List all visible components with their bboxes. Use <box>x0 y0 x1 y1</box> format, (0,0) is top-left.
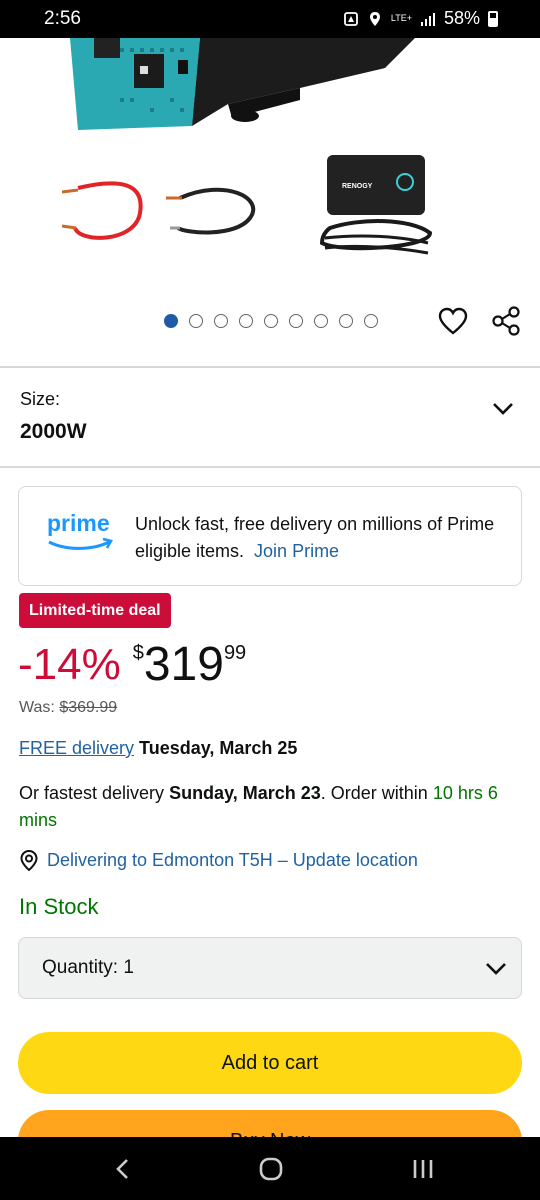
size-value: 2000W <box>20 420 87 443</box>
image-pagination-dots[interactable] <box>164 314 378 328</box>
pagination-dot[interactable] <box>189 314 203 328</box>
pagination-dot[interactable] <box>339 314 353 328</box>
free-delivery-line: FREE delivery Tuesday, March 25 <box>19 738 297 759</box>
pagination-dot[interactable] <box>214 314 228 328</box>
location-pin-icon <box>20 849 38 871</box>
pagination-dot[interactable] <box>364 314 378 328</box>
quantity-text: Quantity: 1 <box>42 957 134 979</box>
delivery-location-link[interactable]: Delivering to Edmonton T5H – Update loca… <box>47 850 418 871</box>
was-price: Was: $369.99 <box>19 699 117 717</box>
order-within-prefix: . Order within <box>320 783 428 803</box>
prime-message: Unlock fast, free delivery on millions o… <box>135 511 505 565</box>
pagination-dot[interactable] <box>289 314 303 328</box>
system-navigation-bar <box>0 1137 540 1200</box>
price-fraction: 99 <box>223 642 247 664</box>
stock-status: In Stock <box>19 894 99 919</box>
was-amount: $369.99 <box>59 699 118 716</box>
lte-indicator: LTE+ <box>390 13 412 23</box>
prime-promo-card[interactable]: prime Unlock fast, free delivery on mill… <box>18 486 522 586</box>
chevron-down-icon[interactable] <box>492 402 514 416</box>
prime-logo-text: prime <box>47 510 110 536</box>
divider <box>0 466 540 468</box>
fastest-delivery-line: Or fastest delivery Sunday, March 23. Or… <box>19 780 519 834</box>
recent-apps-icon[interactable] <box>408 1157 438 1181</box>
remote-brand-label: RENOGY <box>342 183 373 190</box>
remote-controller-image: RENOGY <box>319 155 433 255</box>
quantity-value: 1 <box>123 957 134 978</box>
was-label: Was: <box>19 699 55 716</box>
chevron-down-icon[interactable] <box>485 962 507 976</box>
prime-logo: prime <box>47 510 113 550</box>
app-notification-icon <box>343 11 358 26</box>
pagination-dot[interactable] <box>264 314 278 328</box>
pagination-dot[interactable] <box>239 314 253 328</box>
product-image[interactable]: RENOGY <box>0 38 540 298</box>
free-delivery-date: Tuesday, March 25 <box>139 738 298 758</box>
product-image-gallery[interactable]: RENOGY <box>0 38 540 366</box>
limited-deal-badge: Limited-time deal <box>19 593 171 628</box>
signal-icon <box>420 12 435 26</box>
heart-icon[interactable] <box>437 306 469 336</box>
price-whole: 319 <box>143 638 224 691</box>
inverter-image <box>70 38 415 130</box>
delivery-location[interactable]: Delivering to Edmonton T5H – Update loca… <box>19 849 418 871</box>
status-icons: LTE+ 58% <box>343 8 498 29</box>
discount-percent: -14% <box>18 640 121 689</box>
location-icon <box>369 11 380 26</box>
price-row: -14% $ 319 99 <box>18 636 246 696</box>
fastest-prefix: Or fastest delivery <box>19 783 165 803</box>
join-prime-link[interactable]: Join Prime <box>254 541 339 561</box>
status-bar: 2:56 LTE+ 58% <box>0 0 540 38</box>
home-icon[interactable] <box>256 1157 286 1181</box>
black-cable-image <box>166 187 256 235</box>
battery-icon <box>488 10 498 27</box>
add-to-cart-button[interactable]: Add to cart <box>18 1032 522 1094</box>
size-selector[interactable]: Size: 2000W <box>0 368 540 466</box>
quantity-selector[interactable]: Quantity: 1 <box>18 937 522 999</box>
back-icon[interactable] <box>108 1157 138 1181</box>
quantity-label: Quantity: <box>42 957 119 978</box>
free-delivery-link[interactable]: FREE delivery <box>19 738 134 758</box>
fastest-date: Sunday, March 23 <box>169 783 321 803</box>
size-label: Size: <box>20 389 61 409</box>
price-currency: $ <box>132 642 144 664</box>
red-cable-image <box>61 181 143 240</box>
status-time: 2:56 <box>44 8 81 29</box>
battery-percent: 58% <box>443 8 480 28</box>
share-icon[interactable] <box>490 306 522 336</box>
pagination-dot[interactable] <box>314 314 328 328</box>
pagination-dot[interactable] <box>164 314 178 328</box>
